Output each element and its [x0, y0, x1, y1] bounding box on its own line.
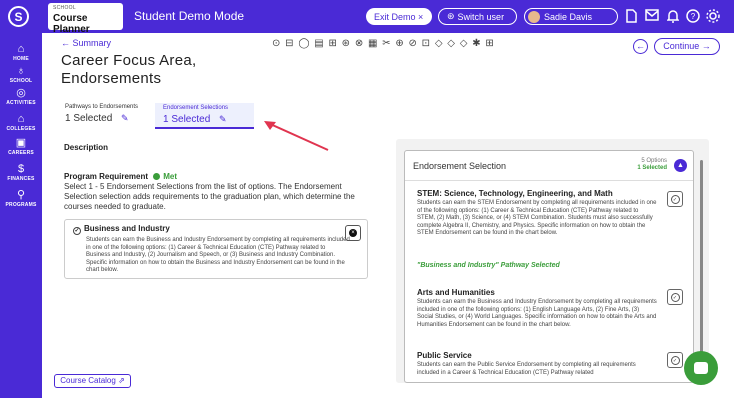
user-menu-button[interactable]: Sadie Davis	[524, 8, 618, 25]
tab-label: Pathways to Endorsements	[65, 104, 139, 110]
course-catalog-label: Course Catalog	[60, 376, 116, 385]
sidebar-item-label: SCHOOL	[9, 78, 33, 84]
switch-user-button[interactable]: ⊛ Switch user	[438, 8, 517, 25]
sidebar-item-label: ACTIVITIES	[6, 100, 36, 106]
endorsement-description: Students can earn the Public Service End…	[417, 362, 636, 376]
endorsement-description: Students can earn the Business and Indus…	[417, 299, 657, 328]
external-link-icon: ⇗	[118, 376, 125, 385]
colleges-icon: ⌂	[17, 113, 25, 125]
school-icon: ♁	[16, 65, 26, 77]
select-endorsement-button[interactable]: ✓	[667, 191, 683, 207]
endorsement-title: Public Service	[417, 351, 472, 360]
check-circle-icon: ✓	[670, 194, 680, 204]
chat-support-button[interactable]	[684, 351, 718, 385]
tab-endorsement-selections[interactable]: Endorsement Selections 1 Selected ✎	[155, 103, 254, 129]
activities-icon: ◎	[16, 87, 26, 99]
continue-button[interactable]: Continue →	[654, 38, 720, 55]
sidebar-item-colleges[interactable]: ⌂ COLLEGES	[0, 113, 42, 132]
finances-icon: $	[17, 163, 25, 175]
bell-icon[interactable]	[666, 9, 680, 23]
home-icon: ⌂	[17, 43, 25, 55]
user-name: Sadie Davis	[544, 11, 593, 22]
programs-icon: ⚲	[16, 189, 26, 201]
page-title: Career Focus Area, Endorsements	[61, 52, 197, 87]
select-endorsement-button[interactable]: ✓	[667, 352, 683, 368]
course-catalog-button[interactable]: Course Catalog ⇗	[54, 374, 131, 388]
app-switcher[interactable]: SCHOOL Course Planner	[48, 3, 123, 35]
check-circle-icon: ✓	[73, 227, 81, 235]
program-requirement-heading: Program Requirement Met	[64, 172, 177, 181]
requirement-description: Select 1 - 5 Endorsement Selections from…	[64, 182, 355, 211]
app-name: Course Planner	[53, 13, 90, 35]
collapse-chevron-icon[interactable]: ▲	[674, 159, 687, 172]
options-count: 5 Options	[641, 158, 667, 164]
previous-page-button[interactable]: ←	[633, 39, 648, 54]
tab-label: Endorsement Selections	[163, 105, 229, 111]
selected-dot-icon: ×	[349, 229, 357, 237]
met-status-badge: Met	[163, 172, 178, 181]
mail-icon[interactable]	[645, 9, 659, 23]
pathway-selected-note: "Business and Industry" Pathway Selected	[417, 262, 560, 269]
sidebar-item-label: FINANCES	[7, 176, 35, 182]
sidebar-item-label: COLLEGES	[6, 126, 36, 132]
endorsement-title: STEM: Science, Technology, Engineering, …	[417, 189, 613, 198]
gear-icon[interactable]	[706, 9, 720, 23]
selected-endorsement-card: ✓ Business and Industry Students can earn…	[64, 219, 368, 279]
sidebar-item-label: HOME	[13, 56, 29, 62]
panel-header: Endorsement Selection 5 Options 1 Select…	[405, 151, 693, 181]
met-status-dot	[153, 173, 161, 180]
tab-value: 1 Selected	[65, 113, 113, 124]
svg-text:?: ?	[691, 12, 696, 21]
tab-value: 1 Selected	[163, 114, 211, 125]
pencil-icon[interactable]: ✎	[219, 114, 227, 124]
sidebar: ⌂ HOME ♁ SCHOOL ◎ ACTIVITIES ⌂ COLLEGES …	[0, 33, 42, 398]
endorsement-title: Business and Industry	[84, 224, 170, 233]
sidebar-item-finances[interactable]: $ FINANCES	[0, 163, 42, 182]
description-heading: Description	[64, 143, 109, 152]
list-item: STEM: Science, Technology, Engineering, …	[417, 189, 657, 238]
sidebar-item-activities[interactable]: ◎ ACTIVITIES	[0, 87, 42, 106]
list-item: Public Service Students can earn the Pub…	[417, 351, 657, 377]
help-icon[interactable]: ?	[686, 9, 700, 23]
check-circle-icon: ✓	[670, 292, 680, 302]
sidebar-item-careers[interactable]: ▣ CAREERS	[0, 137, 42, 156]
selected-count: 1 Selected	[637, 165, 667, 171]
check-circle-icon: ✓	[670, 355, 680, 365]
endorsement-description: Students can earn the Business and Indus…	[86, 237, 350, 273]
careers-icon: ▣	[15, 137, 27, 149]
sidebar-item-home[interactable]: ⌂ HOME	[0, 43, 42, 62]
panel-scrollbar[interactable]	[700, 160, 703, 365]
top-bar: S SCHOOL Course Planner Student Demo Mod…	[0, 0, 734, 35]
select-endorsement-button[interactable]: ✓	[667, 289, 683, 305]
document-icon[interactable]	[624, 9, 638, 23]
sidebar-item-label: PROGRAMS	[5, 202, 37, 208]
sidebar-item-programs[interactable]: ⚲ PROGRAMS	[0, 189, 42, 208]
list-item: Arts and Humanities Students can earn th…	[417, 288, 657, 329]
exit-demo-button[interactable]: Exit Demo ×	[366, 8, 432, 25]
tool-icons-toolbar[interactable]: ⊙ ⊟ ◯ ▤ ⊞ ⊛ ⊗ ▦ ✂ ⊕ ⊘ ⊡ ◇ ◇ ◇ ✱ ⊞	[272, 38, 495, 49]
option-count: 5 Options 1 Selected	[637, 158, 667, 172]
annotation-arrow-icon	[264, 121, 329, 151]
program-requirement-label: Program Requirement	[64, 172, 149, 181]
mode-title: Student Demo Mode	[134, 9, 245, 23]
endorsement-selection-panel: Endorsement Selection 5 Options 1 Select…	[404, 150, 694, 383]
endorsement-title: Arts and Humanities	[417, 288, 495, 297]
chat-icon	[694, 362, 708, 374]
remove-endorsement-button[interactable]: ×	[345, 225, 361, 241]
sidebar-item-school[interactable]: ♁ SCHOOL	[0, 65, 42, 84]
sidebar-item-label: CAREERS	[8, 150, 34, 156]
app-logo-icon[interactable]: S	[8, 6, 29, 27]
user-switch-icon: ⊛	[447, 11, 455, 21]
avatar	[528, 10, 540, 23]
summary-back-link[interactable]: ← Summary	[61, 38, 111, 48]
tab-pathways-to-endorsements[interactable]: Pathways to Endorsements 1 Selected ✎	[65, 104, 138, 124]
app-switcher-label: SCHOOL	[53, 5, 76, 11]
pencil-icon[interactable]: ✎	[121, 113, 129, 123]
endorsement-description: Students can earn the STEM Endorsement b…	[417, 200, 657, 236]
switch-user-label: Switch user	[457, 11, 505, 22]
panel-title: Endorsement Selection	[413, 161, 507, 171]
